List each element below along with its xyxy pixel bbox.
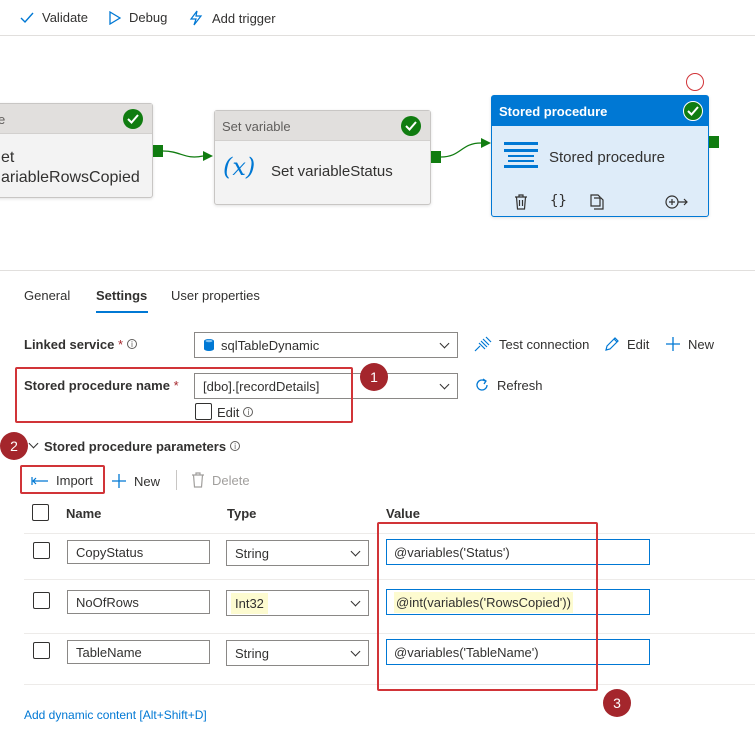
info-icon: i	[127, 339, 138, 349]
stored-procedure-parameters-label: Stored procedure parameters i	[44, 439, 241, 454]
error-indicator-icon	[686, 73, 704, 91]
linked-service-label: Linked service * i	[24, 337, 138, 352]
chevron-down-icon	[439, 379, 450, 390]
pipeline-canvas[interactable]: e et ariableRowsCopied Set variable (x) …	[0, 37, 755, 271]
stored-procedure-icon	[504, 142, 538, 168]
activity-name-line2: ariableRowsCopied	[1, 169, 140, 186]
activity-header-label: Stored procedure	[499, 104, 608, 119]
chevron-down-icon	[439, 338, 450, 349]
parameter-type-select[interactable]: Int32	[226, 590, 369, 616]
column-header-value: Value	[386, 506, 420, 521]
checkmark-icon	[20, 12, 34, 23]
refresh-button[interactable]: Refresh	[474, 377, 543, 393]
parameter-type-select[interactable]: String	[226, 540, 369, 566]
success-check-icon	[401, 116, 421, 136]
delete-icon	[192, 472, 204, 488]
parameter-type-select[interactable]: String	[226, 640, 369, 666]
variable-x-icon: (x)	[223, 153, 256, 181]
activity-header-label: e	[0, 112, 6, 127]
annotation-badge-1: 1	[360, 363, 388, 391]
add-trigger-label: Add trigger	[212, 10, 276, 26]
parameter-name-input[interactable]: TableName	[67, 640, 210, 664]
linked-service-value: sqlTableDynamic	[221, 337, 320, 353]
add-output-arrow-icon[interactable]	[665, 194, 689, 210]
chevron-down-icon	[350, 646, 361, 657]
delete-label: Delete	[212, 472, 250, 488]
row-checkbox[interactable]	[33, 642, 50, 659]
success-check-icon	[123, 109, 143, 129]
toolbar-divider	[176, 470, 177, 490]
activity-stored-procedure[interactable]: Stored procedure Stored procedure {}	[491, 95, 709, 217]
success-check-icon	[683, 101, 703, 121]
row-checkbox[interactable]	[33, 542, 50, 559]
pipeline-toolbar: Validate Debug Add trigger	[0, 0, 755, 36]
add-trigger-button[interactable]: Add trigger	[188, 10, 276, 26]
activity-set-variable-status[interactable]: Set variable (x) Set variableStatus	[214, 110, 431, 205]
test-connection-button[interactable]: Test connection	[474, 336, 589, 352]
parameter-type-value: Int32	[231, 592, 268, 614]
new-label: New	[688, 336, 715, 352]
play-icon	[109, 10, 121, 25]
tab-user-properties[interactable]: User properties	[171, 288, 260, 303]
success-link-arrow	[163, 150, 213, 161]
activity-header: e	[0, 104, 152, 134]
copy-icon[interactable]	[589, 194, 605, 210]
add-dynamic-content-link[interactable]: Add dynamic content [Alt+Shift+D]	[24, 708, 207, 722]
info-icon: i	[230, 441, 241, 451]
debug-button[interactable]: Debug	[109, 10, 167, 25]
plug-connection-icon	[474, 336, 492, 352]
test-connection-label: Test connection	[499, 336, 590, 352]
annotation-box-import	[20, 465, 105, 494]
activity-set-variable-rows-copied[interactable]: e et ariableRowsCopied	[0, 103, 153, 198]
linked-service-select[interactable]: sqlTableDynamic	[194, 332, 458, 358]
debug-label: Debug	[129, 10, 168, 25]
activity-name: Stored procedure	[549, 149, 665, 166]
activity-name-line1: et	[1, 149, 15, 166]
activity-header-label: Set variable	[222, 119, 291, 134]
annotation-badge-2: 2	[0, 432, 28, 460]
annotation-badge-3: 3	[603, 689, 631, 717]
edit-label: Edit	[627, 336, 650, 352]
code-braces-icon[interactable]: {}	[550, 193, 567, 209]
success-link-arrow	[441, 138, 491, 158]
activity-header: Set variable	[215, 111, 430, 141]
activity-name: Set variableStatus	[271, 163, 393, 180]
annotation-box-values	[377, 522, 598, 691]
collapse-chevron-icon[interactable]	[28, 438, 39, 449]
delete-parameter-button[interactable]: Delete	[191, 472, 250, 488]
parameter-type-value: String	[235, 645, 269, 661]
validate-button[interactable]: Validate	[20, 10, 88, 25]
tab-settings[interactable]: Settings	[96, 288, 147, 303]
new-linked-service-button[interactable]: New	[665, 336, 714, 352]
chevron-down-icon	[350, 596, 361, 607]
edit-linked-service-button[interactable]: Edit	[604, 336, 649, 352]
refresh-label: Refresh	[497, 377, 543, 393]
tab-general[interactable]: General	[24, 288, 70, 303]
lightning-icon	[189, 10, 203, 26]
pencil-icon	[605, 337, 619, 351]
parameter-type-value: String	[235, 545, 269, 561]
plus-icon	[112, 474, 126, 488]
parameter-name-input[interactable]: CopyStatus	[67, 540, 210, 564]
sql-database-icon	[204, 339, 214, 351]
annotation-box-stored-procedure	[15, 367, 353, 423]
output-connector[interactable]	[431, 151, 441, 163]
validate-label: Validate	[42, 10, 89, 25]
output-connector[interactable]	[153, 145, 163, 157]
delete-icon[interactable]	[514, 194, 528, 210]
output-connector[interactable]	[709, 136, 719, 148]
chevron-down-icon	[350, 546, 361, 557]
select-all-checkbox[interactable]	[32, 504, 49, 521]
plus-icon	[666, 337, 680, 351]
row-checkbox[interactable]	[33, 592, 50, 609]
column-header-name: Name	[66, 506, 102, 521]
parameter-name-input[interactable]: NoOfRows	[67, 590, 210, 614]
new-parameter-button[interactable]: New	[111, 473, 160, 489]
active-tab-indicator	[96, 311, 148, 313]
refresh-icon	[476, 378, 488, 391]
column-header-type: Type	[227, 506, 257, 521]
new-label: New	[134, 473, 161, 489]
activity-header: Stored procedure	[492, 96, 708, 126]
